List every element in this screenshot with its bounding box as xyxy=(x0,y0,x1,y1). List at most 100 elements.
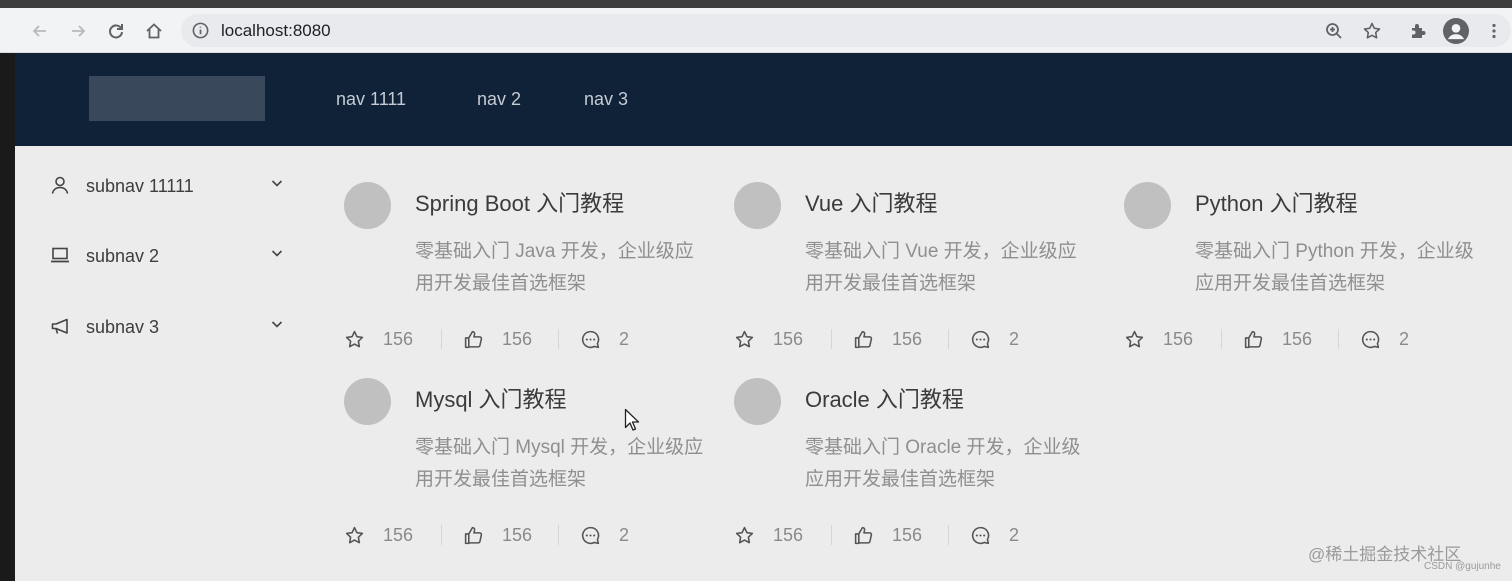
more-icon[interactable] xyxy=(1478,8,1510,53)
submenu-label: subnav 3 xyxy=(86,317,160,337)
divider xyxy=(948,329,949,349)
course-title[interactable]: Python 入门教程 xyxy=(1195,186,1358,218)
comment-count: 2 xyxy=(1399,328,1410,349)
course-title[interactable]: Spring Boot 入门教程 xyxy=(415,186,624,218)
submenu-2[interactable]: subnav 2 xyxy=(15,219,305,289)
comment-action[interactable]: 2 xyxy=(1360,326,1409,352)
zoom-icon[interactable] xyxy=(1318,8,1350,53)
divider xyxy=(1221,329,1222,349)
user-icon xyxy=(51,176,69,194)
window-edge xyxy=(0,53,15,581)
star-action[interactable]: 156 xyxy=(1124,326,1193,352)
like-count: 156 xyxy=(502,524,533,545)
chevron-down-icon xyxy=(271,250,283,257)
divider xyxy=(558,329,559,349)
mouse-cursor-icon xyxy=(624,408,640,431)
submenu-label: subnav 2 xyxy=(86,246,160,266)
course-description: 零基础入门 Python 开发，企业级应用开发最佳首选框架 xyxy=(1195,241,1474,294)
comment-icon xyxy=(971,330,990,348)
profile-icon[interactable] xyxy=(1440,8,1472,53)
comment-icon xyxy=(1361,330,1380,348)
star-action[interactable]: 156 xyxy=(734,522,803,548)
nav-item-3[interactable]: nav 3 xyxy=(584,53,628,146)
course-description: 零基础入门 Oracle 开发，企业级应用开发最佳首选框架 xyxy=(805,437,1081,490)
avatar xyxy=(1124,182,1171,229)
star-icon xyxy=(345,330,364,347)
course-description: 零基础入门 Java 开发，企业级应用开发最佳首选框架 xyxy=(415,241,694,294)
app-header: nav 1111 nav 2 nav 3 xyxy=(15,53,1512,146)
nav-item-1[interactable]: nav 1111 xyxy=(336,53,406,146)
star-icon xyxy=(735,526,754,543)
address-bar[interactable]: localhost:8080 xyxy=(181,14,1511,47)
like-action[interactable]: 156 xyxy=(463,326,532,352)
like-count: 156 xyxy=(892,328,923,349)
like-action[interactable]: 156 xyxy=(463,522,532,548)
nav-item-2[interactable]: nav 2 xyxy=(477,53,521,146)
comment-action[interactable]: 2 xyxy=(970,522,1019,548)
like-count: 156 xyxy=(892,524,923,545)
reload-icon[interactable] xyxy=(100,8,132,53)
comment-icon xyxy=(581,526,600,544)
comment-count: 2 xyxy=(619,524,630,545)
like-action[interactable]: 156 xyxy=(1243,326,1312,352)
submenu-label: subnav 11111 xyxy=(86,176,194,196)
comment-action[interactable]: 2 xyxy=(970,326,1019,352)
thumbs-up-icon xyxy=(1244,330,1263,348)
card-actions: 156 156 2 xyxy=(1124,326,1484,352)
course-description: 零基础入门 Vue 开发，企业级应用开发最佳首选框架 xyxy=(805,241,1077,294)
star-count: 156 xyxy=(1163,328,1194,349)
like-count: 156 xyxy=(1282,328,1313,349)
divider xyxy=(441,329,442,349)
card-actions: 156 156 2 xyxy=(734,326,1094,352)
divider xyxy=(558,525,559,545)
course-card: Mysql 入门教程 零基础入门 Mysql 开发，企业级应用开发最佳首选框架 … xyxy=(344,378,724,563)
star-icon xyxy=(1125,330,1144,347)
submenu-3[interactable]: subnav 3 xyxy=(15,290,305,360)
submenu-1[interactable]: subnav 11111 xyxy=(15,149,305,219)
forward-arrow-icon[interactable] xyxy=(62,8,94,53)
divider xyxy=(831,329,832,349)
comment-icon xyxy=(971,526,990,544)
course-card: Vue 入门教程 零基础入门 Vue 开发，企业级应用开发最佳首选框架 156 … xyxy=(734,182,1114,367)
card-actions: 156 156 2 xyxy=(344,326,704,352)
divider xyxy=(831,525,832,545)
laptop-icon xyxy=(51,247,69,263)
course-title[interactable]: Mysql 入门教程 xyxy=(415,382,567,414)
comment-count: 2 xyxy=(1009,328,1020,349)
course-card: Oracle 入门教程 零基础入门 Oracle 开发，企业级应用开发最佳首选框… xyxy=(734,378,1114,563)
course-title[interactable]: Oracle 入门教程 xyxy=(805,382,964,414)
avatar xyxy=(734,378,781,425)
home-icon[interactable] xyxy=(138,8,170,53)
star-count: 156 xyxy=(773,328,804,349)
star-icon[interactable] xyxy=(1356,8,1388,53)
star-action[interactable]: 156 xyxy=(344,522,413,548)
avatar xyxy=(344,378,391,425)
watermark-credit: CSDN @gujunhe xyxy=(1424,561,1501,572)
like-action[interactable]: 156 xyxy=(853,326,922,352)
card-actions: 156 156 2 xyxy=(734,522,1094,548)
browser-toolbar: localhost:8080 xyxy=(0,8,1512,53)
logo[interactable] xyxy=(89,76,265,121)
chevron-down-icon xyxy=(271,180,283,187)
url-text[interactable]: localhost:8080 xyxy=(221,14,331,47)
card-actions: 156 156 2 xyxy=(344,522,704,548)
back-arrow-icon[interactable] xyxy=(24,8,56,53)
divider xyxy=(1338,329,1339,349)
divider xyxy=(441,525,442,545)
comment-action[interactable]: 2 xyxy=(580,326,629,352)
extensions-icon[interactable] xyxy=(1402,8,1434,53)
comment-action[interactable]: 2 xyxy=(580,522,629,548)
course-card: Python 入门教程 零基础入门 Python 开发，企业级应用开发最佳首选框… xyxy=(1124,182,1504,367)
course-description: 零基础入门 Mysql 开发，企业级应用开发最佳首选框架 xyxy=(415,437,704,490)
star-action[interactable]: 156 xyxy=(344,326,413,352)
star-count: 156 xyxy=(383,328,414,349)
info-icon[interactable] xyxy=(191,21,210,40)
like-count: 156 xyxy=(502,328,533,349)
thumbs-up-icon xyxy=(854,330,873,348)
thumbs-up-icon xyxy=(464,330,483,348)
comment-icon xyxy=(581,330,600,348)
star-action[interactable]: 156 xyxy=(734,326,803,352)
window-titlebar xyxy=(0,0,1512,8)
like-action[interactable]: 156 xyxy=(853,522,922,548)
course-title[interactable]: Vue 入门教程 xyxy=(805,186,937,218)
